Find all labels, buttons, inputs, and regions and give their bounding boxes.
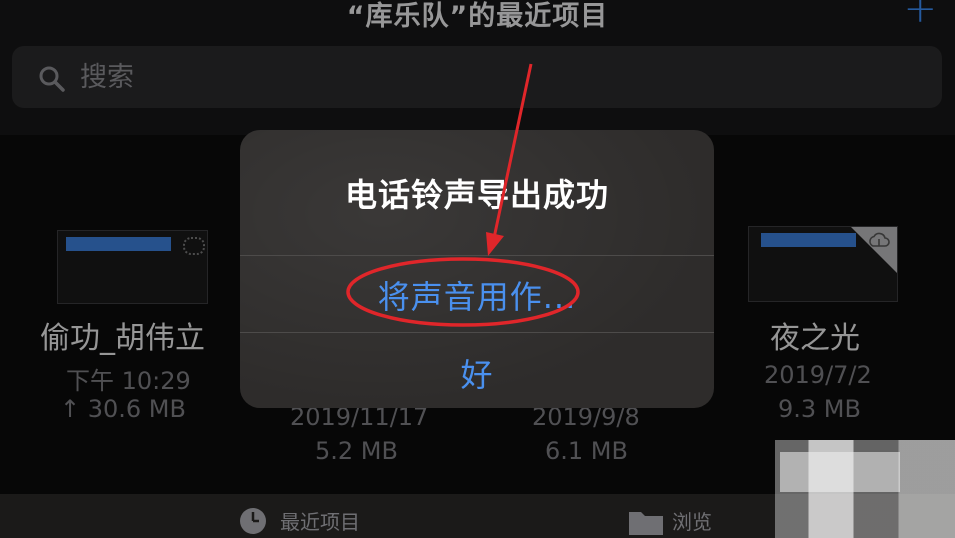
divider	[240, 255, 714, 256]
export-success-dialog: 电话铃声导出成功 将声音用作... 好	[240, 130, 714, 408]
tab-recent-label: 最近项目	[280, 510, 360, 534]
dialog-title: 电话铃声导出成功	[344, 176, 609, 214]
tab-browse-label: 浏览	[672, 510, 712, 534]
ok-button[interactable]: 好	[240, 350, 714, 396]
use-sound-as-button[interactable]: 将声音用作...	[240, 272, 714, 318]
clock-icon	[240, 508, 266, 534]
folder-icon	[629, 512, 663, 535]
pixelated-watermark-inner	[780, 452, 900, 492]
divider	[240, 332, 714, 333]
